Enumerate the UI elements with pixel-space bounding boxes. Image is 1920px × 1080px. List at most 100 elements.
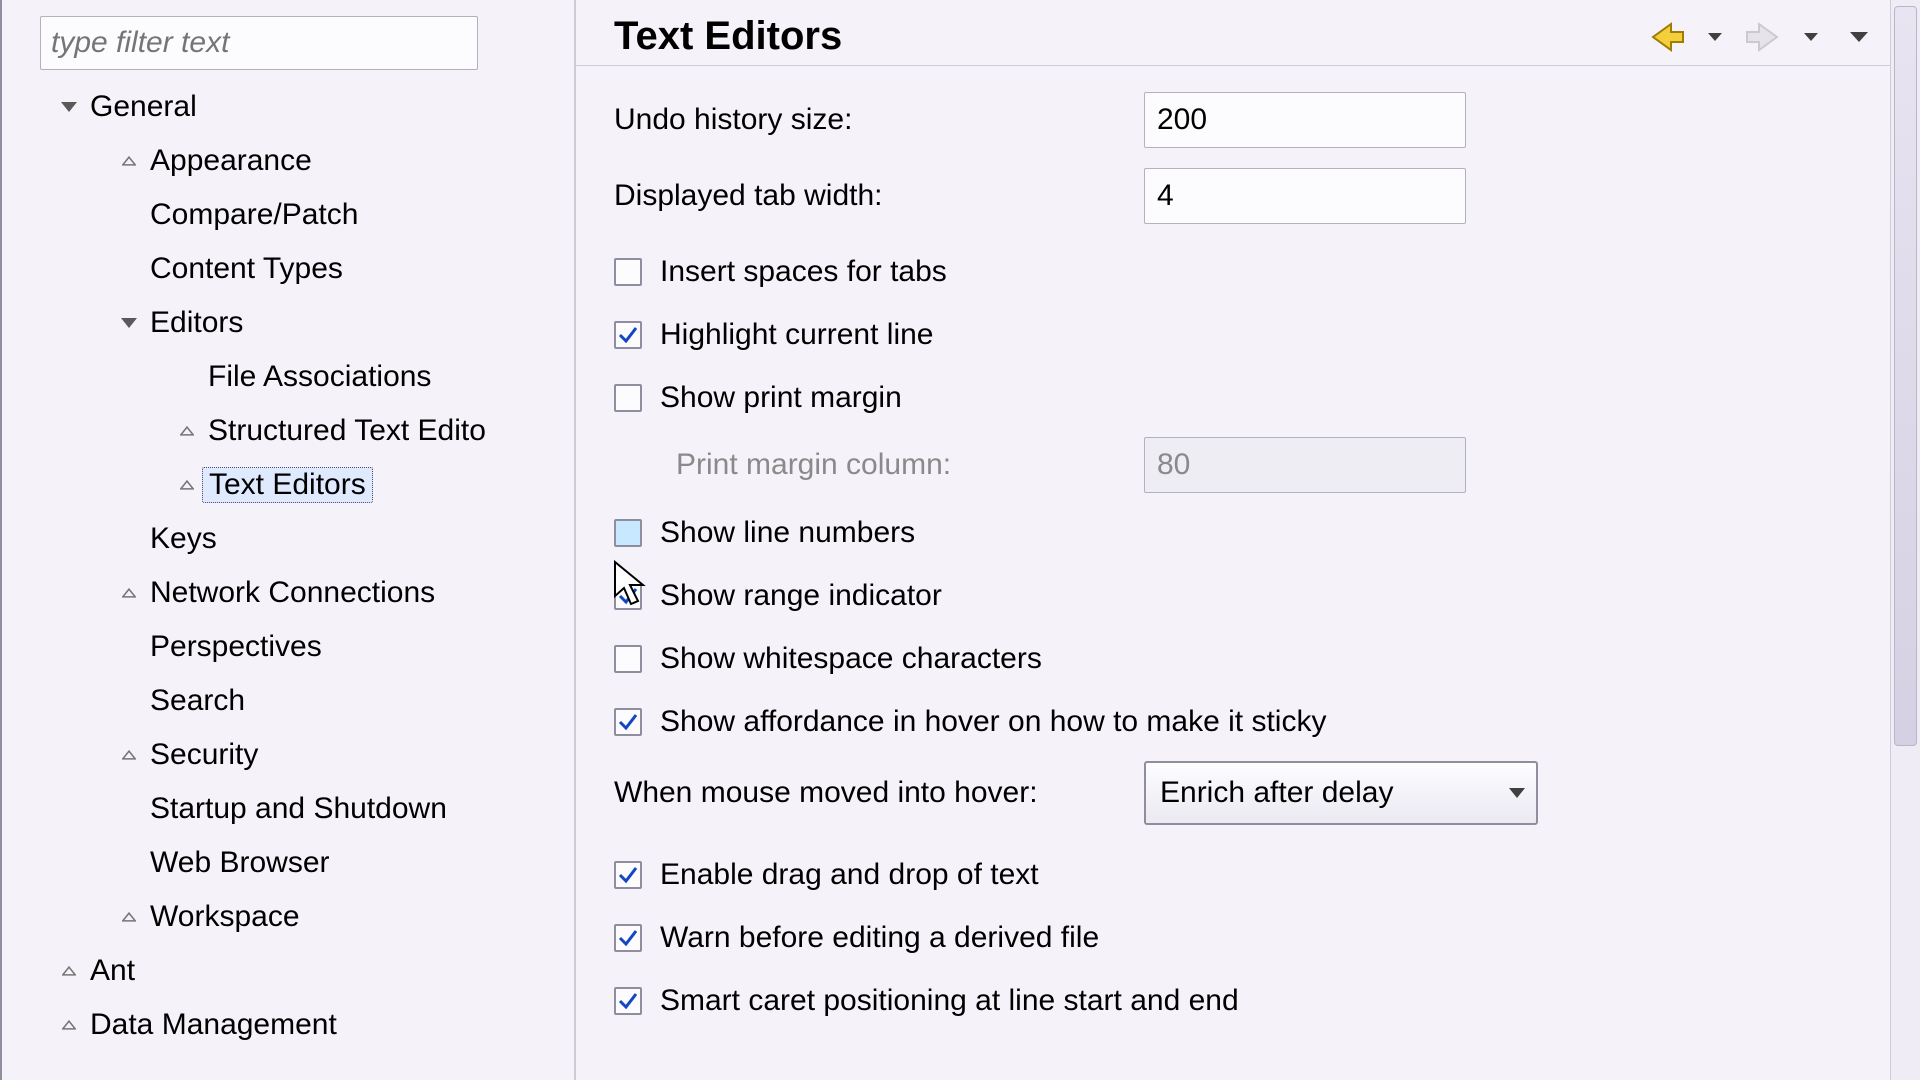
forward-button[interactable] xyxy=(1742,16,1784,58)
expand-icon[interactable] xyxy=(114,317,144,329)
tree-label: Compare/Patch xyxy=(144,198,364,232)
tree-label: File Associations xyxy=(202,360,437,394)
show-range-indicator-checkbox[interactable] xyxy=(614,582,642,610)
tree-item-editors[interactable]: Editors xyxy=(2,296,574,350)
smart-caret-label: Smart caret positioning at line start an… xyxy=(660,984,1239,1018)
expand-icon[interactable] xyxy=(114,748,144,762)
tree-item-web-browser[interactable]: Web Browser xyxy=(2,836,574,890)
tree-item-perspectives[interactable]: Perspectives xyxy=(2,620,574,674)
tree-item-keys[interactable]: Keys xyxy=(2,512,574,566)
tree-label: Perspectives xyxy=(144,630,328,664)
expand-icon[interactable] xyxy=(172,424,202,438)
show-whitespace-row: Show whitespace characters xyxy=(576,627,1890,690)
tree-label: Web Browser xyxy=(144,846,336,880)
tree-item-file-associations[interactable]: File Associations xyxy=(2,350,574,404)
tree-item-ant[interactable]: Ant xyxy=(2,944,574,998)
warn-derived-label: Warn before editing a derived file xyxy=(660,921,1099,955)
back-dropdown-icon[interactable] xyxy=(1694,16,1736,58)
view-menu-icon[interactable] xyxy=(1838,16,1880,58)
warn-derived-checkbox[interactable] xyxy=(614,924,642,952)
forward-dropdown-icon[interactable] xyxy=(1790,16,1832,58)
enable-dnd-row: Enable drag and drop of text xyxy=(576,843,1890,906)
highlight-line-label: Highlight current line xyxy=(660,318,933,352)
print-margin-column-input xyxy=(1144,437,1466,493)
tree-label: Structured Text Edito xyxy=(202,414,492,448)
show-print-margin-checkbox[interactable] xyxy=(614,384,642,412)
nav-buttons xyxy=(1646,16,1890,58)
hover-mode-value: Enrich after delay xyxy=(1160,776,1393,810)
tree-item-appearance[interactable]: Appearance xyxy=(2,134,574,188)
tree-label: Editors xyxy=(144,306,249,340)
tree-item-content-types[interactable]: Content Types xyxy=(2,242,574,296)
tree-item-network-connections[interactable]: Network Connections xyxy=(2,566,574,620)
filter-input[interactable] xyxy=(40,16,478,70)
print-margin-column-label: Print margin column: xyxy=(676,448,1144,482)
tree-label: Keys xyxy=(144,522,223,556)
expand-icon[interactable] xyxy=(114,910,144,924)
highlight-line-row: Highlight current line xyxy=(576,303,1890,366)
scroll-thumb[interactable] xyxy=(1894,6,1917,746)
highlight-line-checkbox[interactable] xyxy=(614,321,642,349)
show-range-indicator-label: Show range indicator xyxy=(660,579,942,613)
chevron-down-icon xyxy=(1508,787,1526,799)
tree-item-security[interactable]: Security xyxy=(2,728,574,782)
back-button[interactable] xyxy=(1646,16,1688,58)
tree-item-workspace[interactable]: Workspace xyxy=(2,890,574,944)
tree-label: Search xyxy=(144,684,251,718)
preferences-tree: General Appearance Compare/Patch xyxy=(2,80,574,1052)
insert-spaces-row: Insert spaces for tabs xyxy=(576,240,1890,303)
tree-label: General xyxy=(84,90,203,124)
show-line-numbers-label: Show line numbers xyxy=(660,516,915,550)
expand-icon[interactable] xyxy=(114,586,144,600)
hover-mode-row: When mouse moved into hover: Enrich afte… xyxy=(576,761,1890,825)
hover-mode-select[interactable]: Enrich after delay xyxy=(1144,761,1538,825)
enable-dnd-label: Enable drag and drop of text xyxy=(660,858,1039,892)
hover-mode-label: When mouse moved into hover: xyxy=(614,776,1144,810)
expand-icon[interactable] xyxy=(54,1018,84,1032)
tab-width-label: Displayed tab width: xyxy=(614,179,1144,213)
show-whitespace-label: Show whitespace characters xyxy=(660,642,1042,676)
smart-caret-checkbox[interactable] xyxy=(614,987,642,1015)
tab-width-input[interactable] xyxy=(1144,168,1466,224)
show-print-margin-label: Show print margin xyxy=(660,381,902,415)
insert-spaces-checkbox[interactable] xyxy=(614,258,642,286)
preferences-window: General Appearance Compare/Patch xyxy=(0,0,1920,1080)
affordance-hover-label: Show affordance in hover on how to make … xyxy=(660,705,1326,739)
tree-label: Security xyxy=(144,738,264,772)
page-header: Text Editors xyxy=(576,0,1890,66)
tree-item-compare-patch[interactable]: Compare/Patch xyxy=(2,188,574,242)
tree-label: Content Types xyxy=(144,252,349,286)
tree-item-structured-text-editors[interactable]: Structured Text Edito xyxy=(2,404,574,458)
tab-width-row: Displayed tab width: xyxy=(576,164,1890,228)
tree-label: Ant xyxy=(84,954,141,988)
expand-icon[interactable] xyxy=(172,478,202,492)
show-whitespace-checkbox[interactable] xyxy=(614,645,642,673)
affordance-hover-checkbox[interactable] xyxy=(614,708,642,736)
undo-history-label: Undo history size: xyxy=(614,103,1144,137)
page-title: Text Editors xyxy=(614,14,842,59)
tree-item-general[interactable]: General xyxy=(2,80,574,134)
warn-derived-row: Warn before editing a derived file xyxy=(576,906,1890,969)
insert-spaces-label: Insert spaces for tabs xyxy=(660,255,947,289)
expand-icon[interactable] xyxy=(54,101,84,113)
tree-label: Data Management xyxy=(84,1008,343,1042)
preferences-page: Text Editors Undo h xyxy=(576,0,1920,1080)
sidebar: General Appearance Compare/Patch xyxy=(2,0,576,1080)
tree-label: Appearance xyxy=(144,144,318,178)
print-margin-column-row: Print margin column: xyxy=(576,429,1890,501)
show-range-indicator-row: Show range indicator xyxy=(576,564,1890,627)
enable-dnd-checkbox[interactable] xyxy=(614,861,642,889)
undo-history-input[interactable] xyxy=(1144,92,1466,148)
expand-icon[interactable] xyxy=(114,154,144,168)
show-line-numbers-row: Show line numbers xyxy=(576,501,1890,564)
show-line-numbers-checkbox[interactable] xyxy=(614,519,642,547)
tree-item-startup-shutdown[interactable]: Startup and Shutdown xyxy=(2,782,574,836)
vertical-scrollbar[interactable] xyxy=(1890,0,1920,1080)
expand-icon[interactable] xyxy=(54,964,84,978)
undo-history-row: Undo history size: xyxy=(576,88,1890,152)
tree-item-text-editors[interactable]: Text Editors xyxy=(2,458,574,512)
tree-item-search[interactable]: Search xyxy=(2,674,574,728)
tree-item-data-management[interactable]: Data Management xyxy=(2,998,574,1052)
tree-label: Workspace xyxy=(144,900,306,934)
tree-label: Network Connections xyxy=(144,576,441,610)
